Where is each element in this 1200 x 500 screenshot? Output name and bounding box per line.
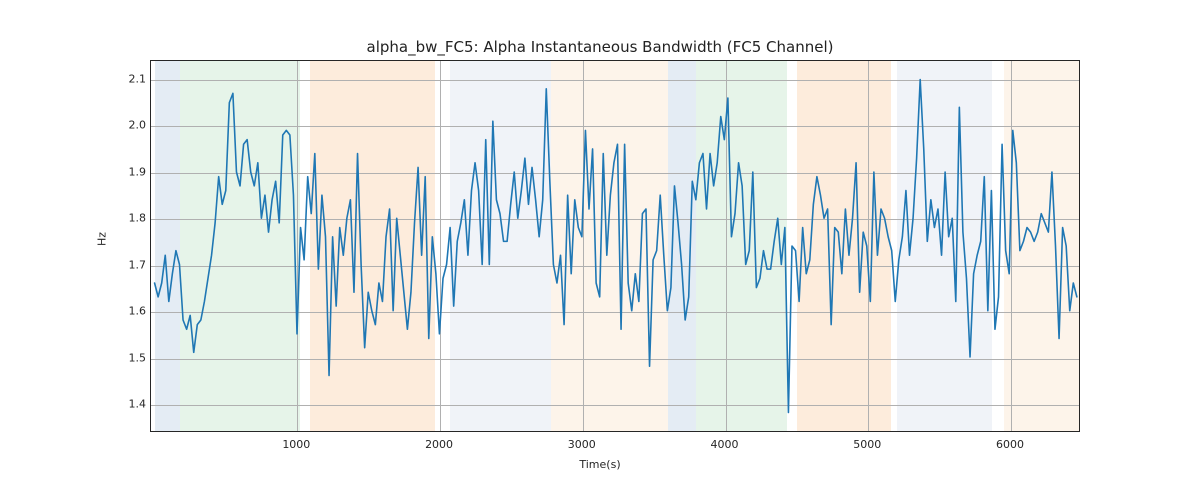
- x-tick-label: 6000: [996, 438, 1024, 451]
- x-axis-label: Time(s): [0, 458, 1200, 471]
- x-tick-label: 4000: [711, 438, 739, 451]
- x-tick-label: 3000: [568, 438, 596, 451]
- y-tick-label: 2.0: [118, 119, 146, 132]
- y-tick-label: 1.6: [118, 305, 146, 318]
- x-tick-label: 1000: [282, 438, 310, 451]
- y-tick-label: 1.4: [118, 398, 146, 411]
- chart-title: alpha_bw_FC5: Alpha Instantaneous Bandwi…: [0, 38, 1200, 56]
- y-tick-label: 1.5: [118, 351, 146, 364]
- y-tick-label: 1.9: [118, 165, 146, 178]
- x-tick-label: 5000: [853, 438, 881, 451]
- y-axis-label: Hz: [96, 232, 109, 246]
- x-tick-label: 2000: [425, 438, 453, 451]
- y-tick-label: 1.8: [118, 212, 146, 225]
- chart-container: alpha_bw_FC5: Alpha Instantaneous Bandwi…: [0, 0, 1200, 500]
- plot-area: [150, 60, 1080, 432]
- y-tick-label: 2.1: [118, 72, 146, 85]
- data-line: [151, 61, 1079, 431]
- y-tick-label: 1.7: [118, 258, 146, 271]
